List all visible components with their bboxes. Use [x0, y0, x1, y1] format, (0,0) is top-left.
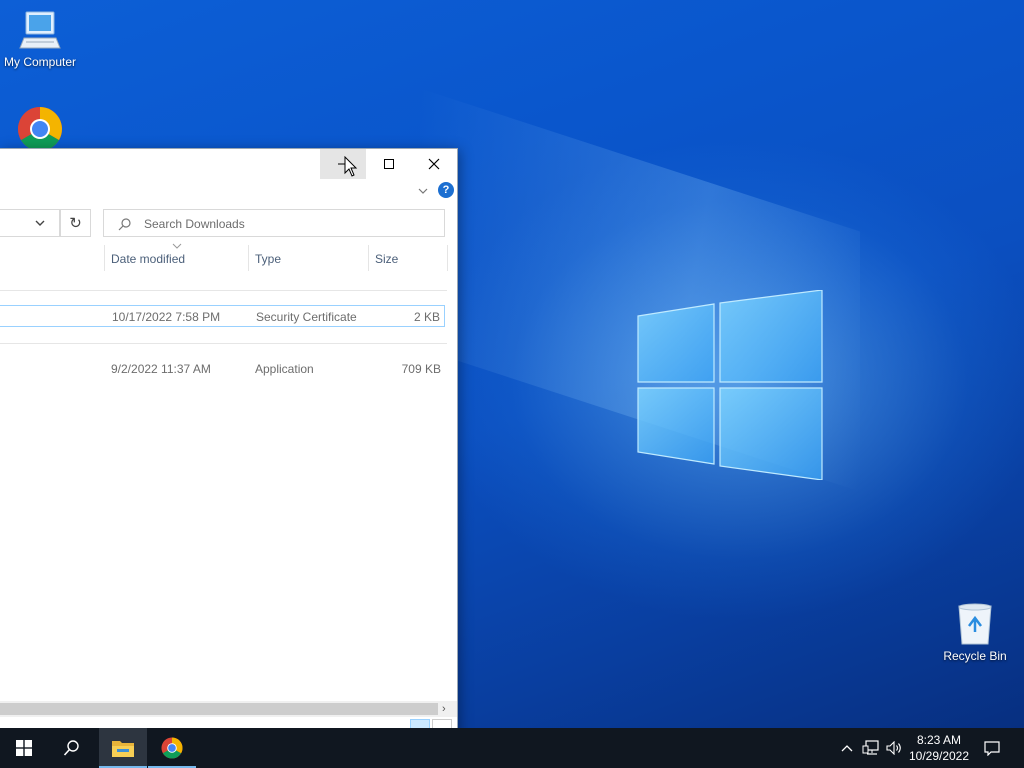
scrollbar-thumb[interactable] [0, 703, 438, 715]
file-explorer-window[interactable]: ? ↻ Search Downloads Date modified Type … [0, 148, 458, 740]
help-button[interactable]: ? [438, 182, 454, 198]
volume-icon [886, 741, 901, 755]
group-divider [0, 290, 447, 291]
column-separator[interactable] [248, 245, 249, 271]
column-separator[interactable] [368, 245, 369, 271]
column-separator[interactable] [104, 245, 105, 271]
taskbar-search-button[interactable] [48, 728, 96, 768]
file-type: Security Certificate [256, 310, 357, 324]
taskbar: 8:23 AM 10/29/2022 [0, 728, 1024, 768]
desktop-icon-my-computer[interactable]: My Computer [0, 8, 80, 69]
taskbar-clock[interactable]: 8:23 AM 10/29/2022 [906, 732, 972, 764]
column-separator[interactable] [447, 245, 448, 271]
chevron-up-icon [841, 745, 853, 752]
scroll-right-arrow-icon[interactable]: › [442, 703, 446, 715]
sort-chevron-icon [172, 243, 182, 249]
file-type: Application [255, 362, 314, 376]
show-hidden-icons-button[interactable] [838, 728, 856, 768]
file-explorer-icon [112, 741, 134, 757]
refresh-button[interactable]: ↻ [60, 209, 91, 237]
chevron-down-icon[interactable] [34, 218, 46, 228]
file-size: 2 KB [413, 310, 440, 324]
monitor-icon [19, 11, 61, 49]
windows-start-icon [16, 740, 32, 756]
start-button[interactable] [0, 728, 48, 768]
network-icon [862, 740, 879, 755]
column-header-size[interactable]: Size [375, 252, 398, 266]
mouse-cursor-icon [344, 156, 358, 177]
column-header-type[interactable]: Type [255, 252, 281, 266]
close-icon [428, 158, 440, 170]
refresh-icon: ↻ [69, 215, 82, 232]
file-date: 9/2/2022 11:37 AM [111, 362, 211, 376]
recycle-bin-icon [958, 603, 992, 645]
file-row[interactable]: 10/17/2022 7:58 PM Security Certificate … [0, 305, 445, 327]
clock-time: 8:23 AM [916, 733, 962, 747]
search-input[interactable]: Search Downloads [103, 209, 445, 237]
windows-logo-wallpaper [637, 290, 823, 480]
close-button[interactable] [411, 149, 457, 179]
file-date: 10/17/2022 7:58 PM [112, 310, 221, 324]
action-center-button[interactable] [978, 728, 1006, 768]
clock-date: 10/29/2022 [908, 749, 970, 763]
maximize-button[interactable] [366, 149, 412, 179]
file-size: 709 KB [401, 362, 441, 376]
chrome-icon [18, 107, 62, 151]
notification-icon [984, 740, 1000, 756]
chrome-icon [161, 737, 183, 759]
search-icon [118, 218, 131, 231]
volume-button[interactable] [884, 728, 904, 768]
taskbar-file-explorer[interactable] [99, 728, 147, 768]
address-bar[interactable] [0, 209, 60, 237]
expand-ribbon-chevron-icon[interactable] [416, 185, 430, 197]
desktop-icon-recycle-bin[interactable]: Recycle Bin [935, 602, 1015, 663]
horizontal-scrollbar[interactable]: › [0, 701, 457, 717]
group-divider [0, 343, 447, 344]
network-button[interactable] [860, 728, 882, 768]
ribbon-bar: ? [0, 179, 457, 203]
maximize-icon [384, 159, 394, 169]
desktop-icon-label: Recycle Bin [943, 649, 1007, 663]
file-row[interactable]: 9/2/2022 11:37 AM Application 709 KB [0, 358, 445, 380]
window-titlebar[interactable] [0, 149, 457, 179]
taskbar-chrome[interactable] [148, 728, 196, 768]
desktop-icon-label: My Computer [3, 55, 77, 69]
column-header-date-modified[interactable]: Date modified [111, 252, 185, 266]
minimize-button[interactable] [320, 149, 366, 179]
search-placeholder: Search Downloads [144, 217, 245, 231]
search-icon [63, 740, 79, 756]
